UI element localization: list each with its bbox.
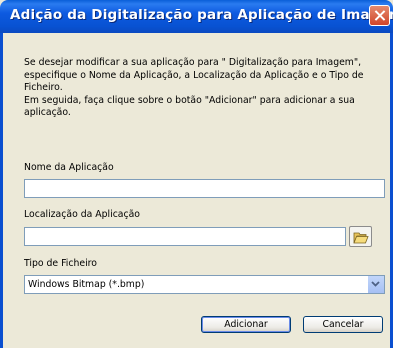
browse-folder-button[interactable] xyxy=(349,226,372,247)
dialog-title: Adição da Digitalização para Aplicação d… xyxy=(10,7,393,23)
close-icon[interactable] xyxy=(369,5,390,26)
instructions-line2: Em seguida, faça clique sobre o botão "A… xyxy=(24,94,355,119)
chevron-down-icon xyxy=(371,281,380,287)
file-type-select[interactable]: Windows Bitmap (*.bmp) xyxy=(24,275,385,294)
title-bar[interactable]: Adição da Digitalização para Aplicação d… xyxy=(0,0,393,33)
folder-open-icon xyxy=(353,232,369,244)
cancel-button[interactable]: Cancelar xyxy=(303,316,383,333)
app-location-input[interactable] xyxy=(24,227,346,246)
file-type-selected: Windows Bitmap (*.bmp) xyxy=(28,279,145,290)
add-button[interactable]: Adicionar xyxy=(201,316,291,333)
file-type-label: Tipo de Ficheiro xyxy=(24,258,97,269)
app-name-label: Nome da Aplicação xyxy=(24,162,114,173)
dialog-window: Adição da Digitalização para Aplicação d… xyxy=(0,0,393,348)
window-frame-left xyxy=(0,33,3,348)
app-name-input[interactable] xyxy=(24,179,385,198)
app-location-label: Localização da Aplicação xyxy=(24,209,140,220)
instructions-line1: Se desejar modificar a sua aplicação par… xyxy=(24,57,364,93)
instructions-text: Se desejar modificar a sua aplicação par… xyxy=(24,57,379,120)
dropdown-button[interactable] xyxy=(367,276,384,293)
